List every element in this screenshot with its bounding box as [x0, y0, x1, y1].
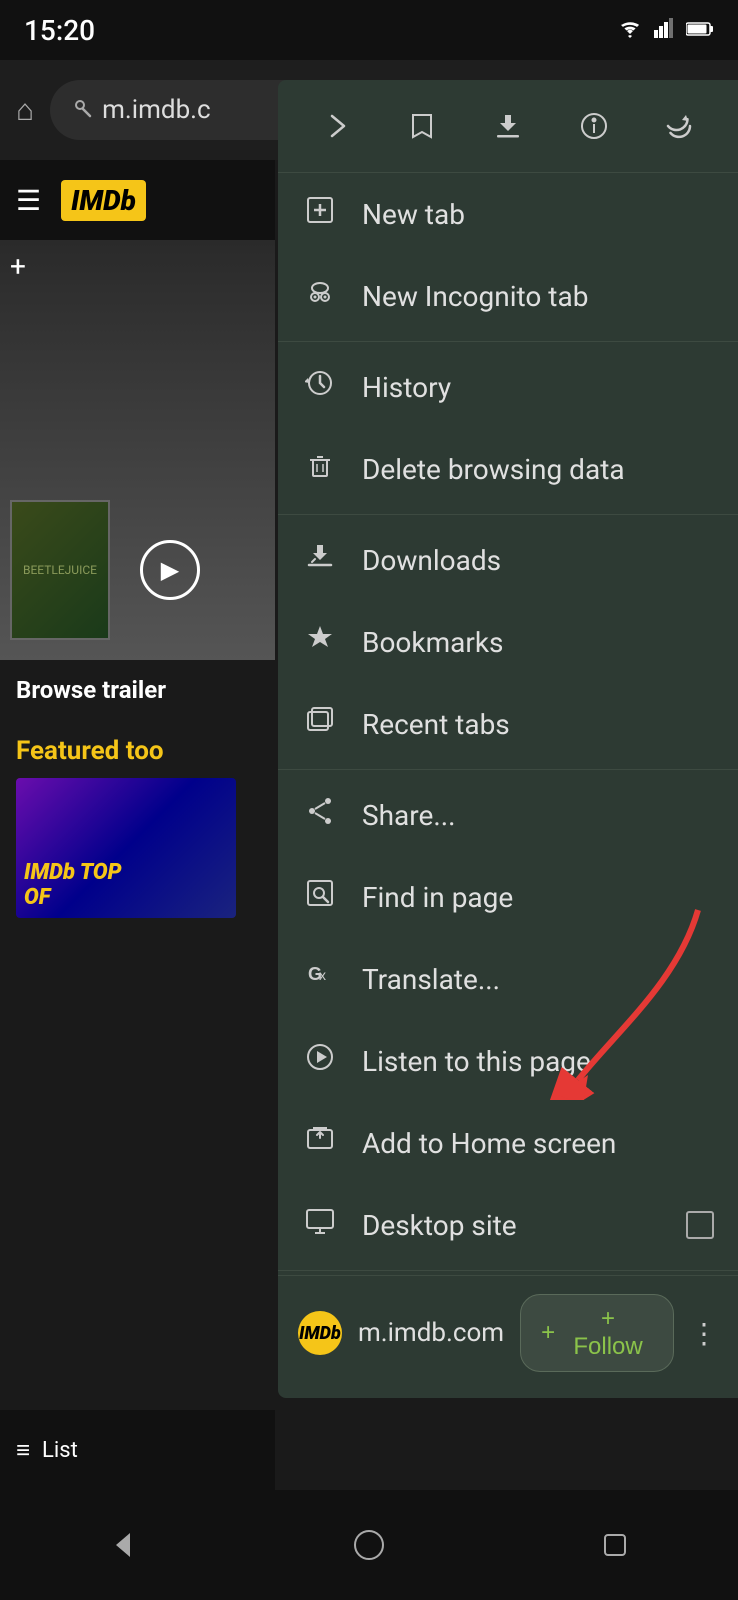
listen-item[interactable]: Listen to this page	[278, 1020, 738, 1102]
history-icon	[302, 368, 338, 406]
incognito-icon	[302, 277, 338, 315]
new-tab-item[interactable]: New tab	[278, 173, 738, 255]
desktop-site-checkbox[interactable]	[686, 1211, 714, 1239]
bookmark-button[interactable]	[396, 100, 448, 152]
imdb-top-text: IMDb TOP	[24, 860, 122, 885]
downloads-label: Downloads	[362, 544, 714, 577]
listen-icon	[302, 1042, 338, 1080]
imdb-of-text: OF	[24, 885, 122, 910]
new-tab-label: New tab	[362, 198, 714, 231]
back-button[interactable]	[83, 1505, 163, 1585]
more-button[interactable]: ⋮	[690, 1317, 718, 1350]
hamburger-icon: ☰	[16, 184, 41, 217]
history-label: History	[362, 371, 714, 404]
divider-2	[278, 514, 738, 515]
delete-browsing-label: Delete browsing data	[362, 453, 714, 486]
delete-browsing-item[interactable]: Delete browsing data	[278, 428, 738, 510]
download-button[interactable]	[482, 100, 534, 152]
delete-icon	[302, 450, 338, 488]
nav-bar	[0, 1490, 738, 1600]
translate-label: Translate...	[362, 963, 714, 996]
page-bottom-bar: ≡ List	[0, 1410, 275, 1490]
imdb-header: ☰ IMDb	[0, 160, 275, 240]
play-button[interactable]: ▶	[140, 540, 200, 600]
site-logo: IMDb	[298, 1311, 342, 1355]
divider-1	[278, 341, 738, 342]
recents-button[interactable]	[575, 1505, 655, 1585]
follow-label: + Follow	[563, 1305, 653, 1361]
divider-4	[278, 1270, 738, 1271]
share-label: Share...	[362, 799, 714, 832]
svg-text:x: x	[319, 967, 326, 983]
battery-icon	[686, 18, 714, 43]
translate-icon: G x	[302, 960, 338, 998]
new-tab-icon	[302, 195, 338, 233]
follow-plus-icon: +	[541, 1319, 555, 1347]
add-home-icon	[302, 1124, 338, 1162]
browse-trailer-text: Browse trailer	[0, 660, 275, 720]
add-home-item[interactable]: Add to Home screen	[278, 1102, 738, 1184]
url-security-icon	[70, 96, 92, 124]
divider-3	[278, 769, 738, 770]
page-content: + BEETLEJUICE ▶ Browse trailer Featured …	[0, 240, 275, 1490]
signal-icon	[654, 16, 676, 44]
downloads-item[interactable]: Downloads	[278, 519, 738, 601]
share-item[interactable]: Share...	[278, 774, 738, 856]
bookmarks-label: Bookmarks	[362, 626, 714, 659]
page-background: ☰ IMDb + BEETLEJUICE ▶ Browse trailer Fe…	[0, 160, 275, 1490]
status-bar: 15:20	[0, 0, 738, 60]
home-icon[interactable]: ⌂	[16, 93, 34, 128]
featured-section: Featured too IMDb TOP OF	[0, 720, 275, 934]
add-icon: +	[10, 250, 26, 283]
share-icon	[302, 796, 338, 834]
status-time: 15:20	[24, 14, 95, 47]
home-button[interactable]	[329, 1505, 409, 1585]
desktop-site-label: Desktop site	[362, 1209, 662, 1242]
find-in-page-label: Find in page	[362, 881, 714, 914]
recent-tabs-icon	[302, 705, 338, 743]
info-button[interactable]	[568, 100, 620, 152]
movie-section: + BEETLEJUICE ▶	[0, 240, 275, 660]
featured-image: IMDb TOP OF	[16, 778, 236, 918]
follow-button[interactable]: + + Follow	[520, 1294, 674, 1372]
movie-thumbnail: BEETLEJUICE	[10, 500, 110, 640]
recent-tabs-label: Recent tabs	[362, 708, 714, 741]
refresh-button[interactable]	[653, 100, 705, 152]
find-in-page-icon	[302, 878, 338, 916]
new-incognito-item[interactable]: New Incognito tab	[278, 255, 738, 337]
wifi-icon	[616, 16, 644, 44]
history-item[interactable]: History	[278, 346, 738, 428]
follow-bar: IMDb m.imdb.com + + Follow ⋮	[278, 1275, 738, 1390]
bookmarks-icon	[302, 623, 338, 661]
recent-tabs-item[interactable]: Recent tabs	[278, 683, 738, 765]
featured-title: Featured too	[16, 736, 259, 766]
list-icon: ≡	[16, 1436, 30, 1465]
site-name: m.imdb.com	[358, 1318, 504, 1348]
incognito-label: New Incognito tab	[362, 280, 714, 313]
list-label: List	[42, 1438, 78, 1463]
url-text: m.imdb.c	[102, 95, 211, 125]
status-icons	[616, 16, 714, 44]
dropdown-toolbar	[278, 80, 738, 173]
listen-label: Listen to this page	[362, 1045, 714, 1078]
desktop-icon	[302, 1206, 338, 1244]
find-in-page-item[interactable]: Find in page	[278, 856, 738, 938]
imdb-logo: IMDb	[61, 180, 146, 221]
downloads-icon	[302, 541, 338, 579]
desktop-site-item[interactable]: Desktop site	[278, 1184, 738, 1266]
bookmarks-item[interactable]: Bookmarks	[278, 601, 738, 683]
add-home-label: Add to Home screen	[362, 1127, 714, 1160]
forward-button[interactable]	[311, 100, 363, 152]
dropdown-menu: New tab New Incognito tab History	[278, 80, 738, 1398]
translate-item[interactable]: G x Translate...	[278, 938, 738, 1020]
